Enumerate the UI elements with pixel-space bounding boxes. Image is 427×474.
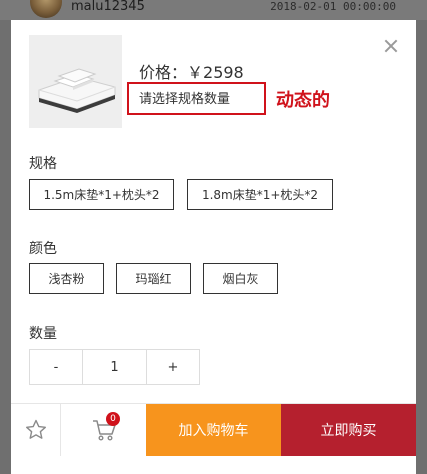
quantity-title: 数量 [29,326,57,342]
quantity-minus-button[interactable]: - [30,350,82,384]
comment-timestamp: 2018-02-01 00:00:00 [270,0,396,13]
buy-now-button[interactable]: 立即购买 [281,404,416,456]
quantity-stepper: - 1 + [29,349,200,385]
close-icon[interactable] [383,38,399,54]
product-thumbnail [29,35,122,128]
bottom-action-bar: 0 加入购物车 立即购买 [11,403,416,456]
spec-hint: 请选择规格数量 [139,92,231,107]
spec-title: 规格 [29,156,57,172]
price: 价格：￥2598 [139,59,244,83]
cart-count-badge: 0 [106,412,120,426]
star-icon [25,419,46,439]
price-label: 价格： [139,63,188,82]
color-title: 颜色 [29,241,57,257]
cart-button[interactable]: 0 [61,404,146,456]
comment-username: malu12345 [71,0,145,14]
avatar [30,0,62,18]
quantity-value[interactable]: 1 [82,350,147,384]
add-to-cart-button[interactable]: 加入购物车 [146,404,281,456]
color-option-2[interactable]: 玛瑙红 [116,263,191,294]
spec-option-2[interactable]: 1.8m床垫*1+枕头*2 [187,179,333,210]
spec-option-1[interactable]: 1.5m床垫*1+枕头*2 [29,179,174,210]
background-comment-row: malu12345 2018-02-01 00:00:00 [0,0,427,20]
color-option-3[interactable]: 烟白灰 [203,263,278,294]
annotation-label: 动态的 [276,90,330,111]
color-option-1[interactable]: 浅杏粉 [29,263,104,294]
favorite-button[interactable] [11,404,61,456]
price-value: ￥2598 [187,63,244,82]
quantity-plus-button[interactable]: + [147,350,199,384]
sku-selection-sheet: 价格：￥2598 请选择规格数量 动态的 规格 1.5m床垫*1+枕头*2 1.… [11,20,416,474]
